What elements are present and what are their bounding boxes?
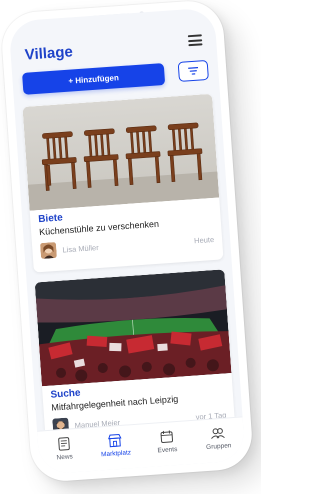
nav-label-marketplace: Marktplatz	[100, 449, 132, 459]
nav-label-groups: Gruppen	[205, 442, 232, 451]
group-icon	[211, 428, 226, 439]
nav-item-events[interactable]: Events	[143, 427, 191, 455]
stage: Village + Hinzufügen Biete Küchenstühle …	[0, 0, 261, 494]
listing-body: Biete Küchenstühle zu verschenken Lisa M…	[38, 202, 215, 261]
nav-item-marketplace[interactable]: Marktplatz	[92, 431, 140, 459]
avatar	[39, 241, 58, 260]
filter-button[interactable]	[177, 59, 209, 82]
hamburger-menu-icon[interactable]	[187, 34, 203, 47]
listing-meta: Lisa Müller Heute	[39, 231, 215, 261]
phone-frame: Village + Hinzufügen Biete Küchenstühle …	[0, 0, 255, 484]
app-title: Village	[24, 43, 74, 64]
listing-author: Lisa Müller	[62, 243, 99, 255]
nav-label-news: News	[56, 453, 74, 462]
listing-image-chairs	[22, 93, 220, 211]
listing-time: Heute	[193, 234, 215, 246]
marketplace-icon	[108, 433, 122, 448]
listing-image-stadium	[34, 269, 232, 387]
calendar-icon	[160, 430, 173, 443]
add-listing-button[interactable]: + Hinzufügen	[22, 63, 166, 95]
nav-item-groups[interactable]: Gruppen	[194, 424, 242, 452]
listing-card[interactable]: Biete Küchenstühle zu verschenken Lisa M…	[22, 93, 224, 273]
news-icon	[57, 437, 70, 451]
nav-label-events: Events	[157, 446, 178, 455]
nav-item-news[interactable]: News	[40, 434, 88, 462]
app-screen: Village + Hinzufügen Biete Küchenstühle …	[8, 7, 246, 475]
filter-icon	[188, 67, 199, 75]
